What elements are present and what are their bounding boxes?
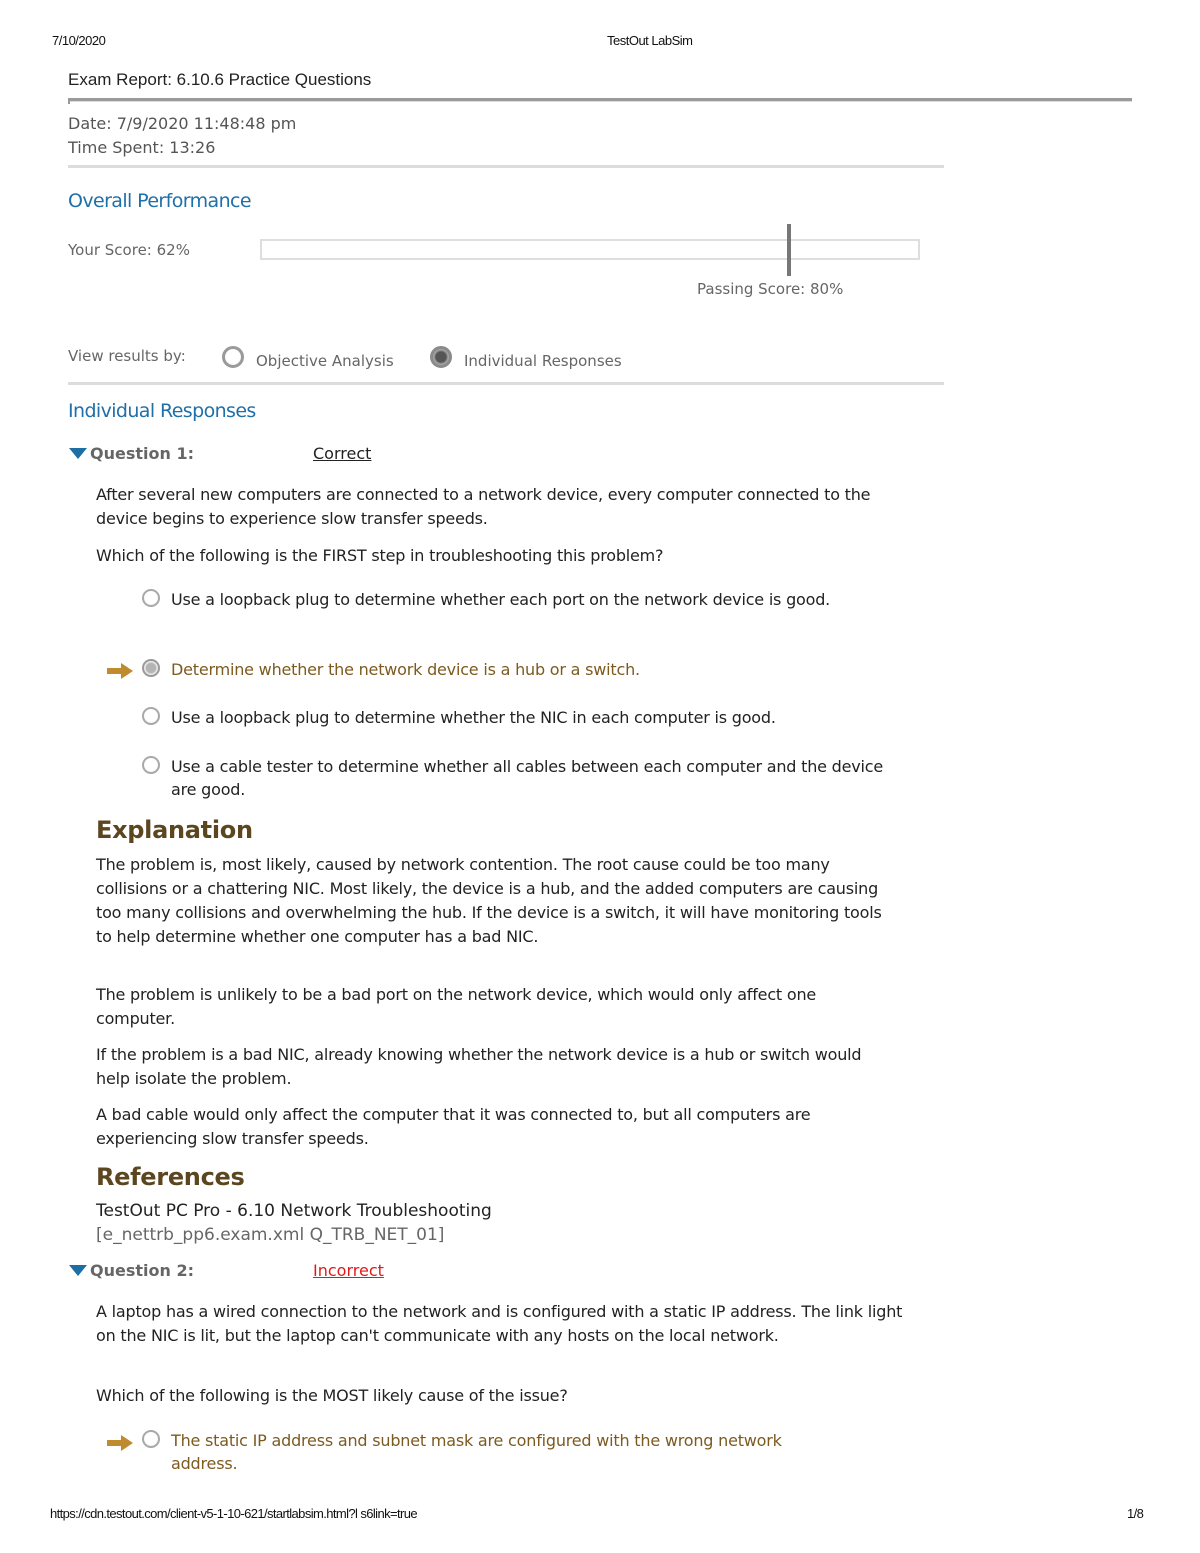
selected-answer-arrow-icon — [107, 663, 133, 679]
question-2-prompt: Which of the following is the MOST likel… — [96, 1386, 568, 1405]
passing-score-marker — [787, 224, 791, 276]
individual-responses-radio[interactable] — [430, 346, 452, 368]
question-2-status[interactable]: Incorrect — [313, 1261, 384, 1280]
score-bar-fill — [262, 241, 669, 258]
answer-option-selected: Determine whether the network device is … — [171, 660, 640, 679]
question-1-status[interactable]: Correct — [313, 444, 371, 463]
references-heading: References — [96, 1163, 245, 1191]
overall-performance-heading: Overall Performance — [68, 190, 252, 212]
page-number: 1/8 — [1127, 1506, 1144, 1521]
individual-responses-label[interactable]: Individual Responses — [464, 352, 622, 370]
view-results-label: View results by: — [68, 347, 186, 365]
question-2-stem: A laptop has a wired connection to the n… — [96, 1302, 903, 1345]
correct-answer-arrow-icon — [107, 1435, 133, 1451]
answer-radio — [142, 707, 160, 725]
explanation-paragraph: A bad cable would only affect the comput… — [96, 1105, 811, 1148]
question-1-stem: After several new computers are connecte… — [96, 485, 871, 528]
time-spent: Time Spent: 13:26 — [68, 138, 216, 157]
footer-url: https://cdn.testout.com/client-v5-1-10-6… — [50, 1506, 418, 1521]
explanation-paragraph: The problem is unlikely to be a bad port… — [96, 985, 817, 1028]
collapse-triangle-icon[interactable] — [69, 1265, 87, 1276]
answer-option: Use a cable tester to determine whether … — [171, 757, 884, 799]
print-date: 7/10/2020 — [52, 33, 106, 48]
answer-option: Use a loopback plug to determine whether… — [171, 590, 831, 609]
title-divider — [68, 98, 1132, 104]
passing-score: Passing Score: 80% — [697, 280, 844, 298]
question-2-label: Question 2: — [90, 1261, 194, 1280]
objective-analysis-label[interactable]: Objective Analysis — [256, 352, 394, 370]
reference-id: [e_nettrb_pp6.exam.xml Q_TRB_NET_01] — [96, 1225, 445, 1245]
exam-title: Exam Report: 6.10.6 Practice Questions — [68, 70, 372, 89]
explanation-paragraph: If the problem is a bad NIC, already kno… — [96, 1045, 862, 1088]
meta-divider — [68, 165, 944, 168]
question-1-prompt: Which of the following is the FIRST step… — [96, 546, 664, 565]
your-score: Your Score: 62% — [68, 241, 190, 259]
answer-option-marked: The static IP address and subnet mask ar… — [171, 1431, 782, 1473]
collapse-triangle-icon[interactable] — [69, 448, 87, 459]
answer-option: Use a loopback plug to determine whether… — [171, 708, 776, 727]
explanation-heading: Explanation — [96, 816, 253, 844]
answer-radio — [142, 756, 160, 774]
answer-radio — [142, 1430, 160, 1448]
score-bar — [260, 239, 920, 260]
reference-title: TestOut PC Pro - 6.10 Network Troublesho… — [96, 1201, 492, 1221]
explanation-paragraph: The problem is, most likely, caused by n… — [96, 855, 882, 946]
exam-date: Date: 7/9/2020 11:48:48 pm — [68, 114, 297, 133]
answer-radio — [142, 589, 160, 607]
answer-radio-selected — [142, 659, 160, 677]
objective-analysis-radio[interactable] — [222, 346, 244, 368]
view-divider — [68, 382, 944, 385]
individual-responses-heading: Individual Responses — [68, 400, 256, 422]
print-title: TestOut LabSim — [607, 33, 693, 48]
question-1-label: Question 1: — [90, 444, 194, 463]
